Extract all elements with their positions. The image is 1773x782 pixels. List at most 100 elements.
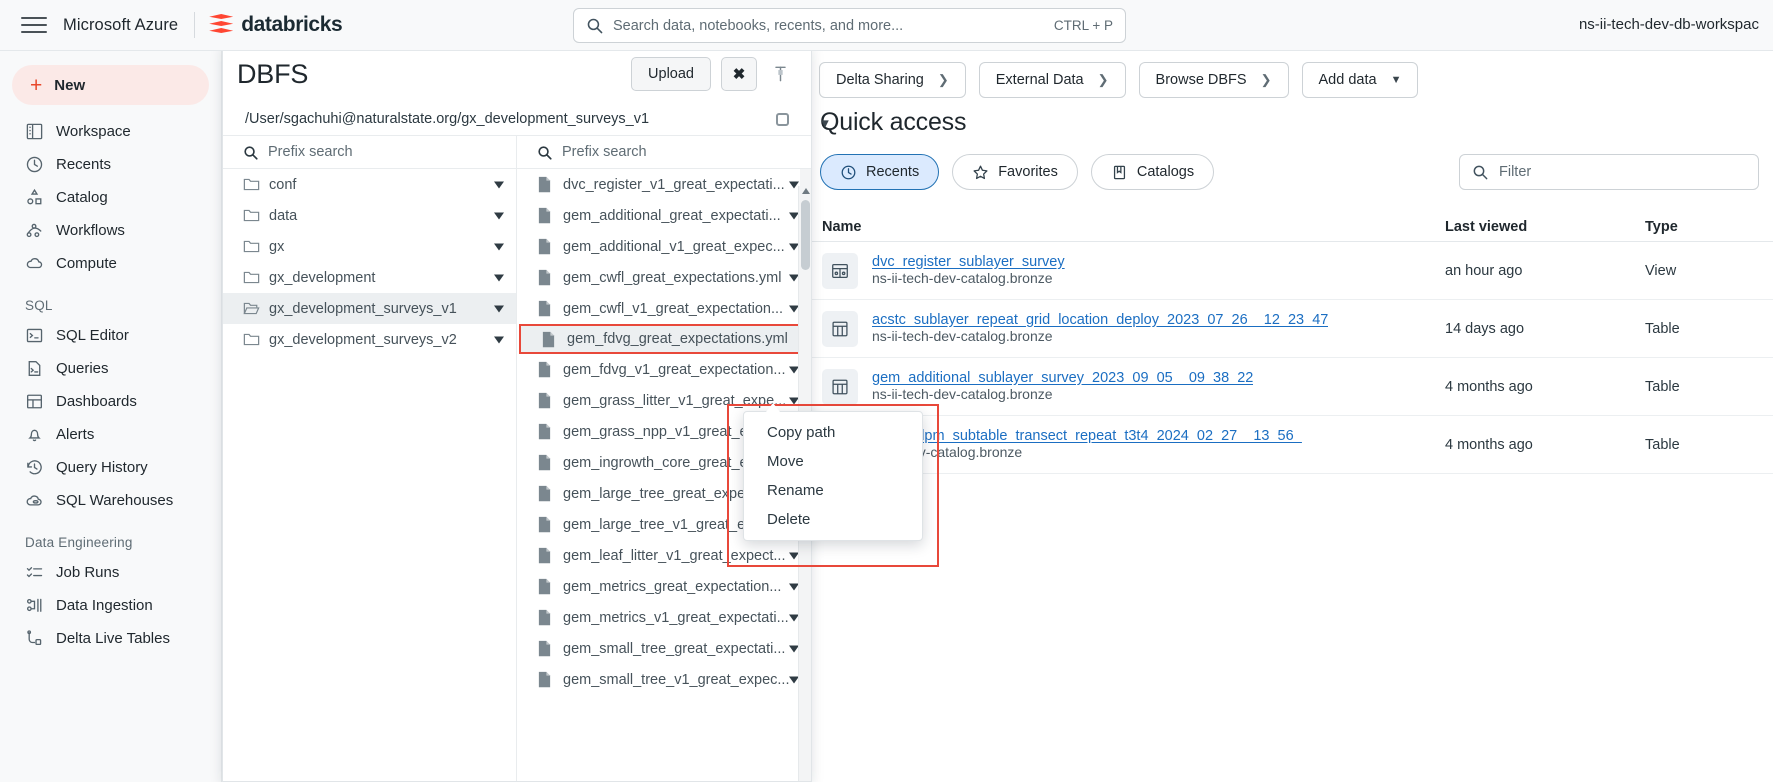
tab-catalogs[interactable]: Catalogs <box>1090 154 1215 190</box>
file-row[interactable]: gem_metrics_v1_great_expectati... <box>517 602 811 633</box>
chevron-down-icon[interactable] <box>494 181 504 188</box>
file-row[interactable]: gem_cwfl_v1_great_expectation... <box>517 293 811 324</box>
row-name-link[interactable]: dvc_register_sublayer_survey <box>872 254 1065 270</box>
browse-dbfs-button[interactable]: Browse DBFS ❯ <box>1138 62 1289 98</box>
clock-icon <box>840 164 857 181</box>
delta-sharing-button[interactable]: Delta Sharing ❯ <box>819 62 966 98</box>
row-catalog-path: ns-ii-tech-dev-catalog.bronze <box>872 269 1053 286</box>
row-last-viewed: an hour ago <box>1445 262 1523 279</box>
add-data-button[interactable]: Add data ▼ <box>1301 62 1419 98</box>
tab-favorites[interactable]: Favorites <box>952 154 1078 190</box>
sidebar-item-compute[interactable]: Compute <box>0 247 221 280</box>
search-icon <box>587 18 603 34</box>
book-icon <box>1111 164 1128 181</box>
hamburger-icon[interactable] <box>21 15 47 35</box>
scroll-up-icon[interactable] <box>802 188 810 194</box>
row-name-link[interactable]: gem_additional_sublayer_survey_2023_09_0… <box>872 370 1253 386</box>
file-icon <box>537 300 554 317</box>
file-label: gem_small_tree_v1_great_expec... <box>563 671 790 688</box>
table-row[interactable]: dvc_register_sublayer_survey ns-ii-tech-d… <box>812 242 1773 300</box>
row-name-link[interactable]: acstc_sublayer_repeat_grid_location_depl… <box>872 312 1328 328</box>
folder-row[interactable]: data <box>223 200 516 231</box>
chevron-down-icon[interactable] <box>494 243 504 250</box>
sidebar-item-dashboards[interactable]: Dashboards <box>0 385 221 418</box>
file-row[interactable]: gem_additional_v1_great_expec... <box>517 231 811 262</box>
sidebar-item-queries[interactable]: Queries <box>0 352 221 385</box>
sidebar-item-data-ingestion[interactable]: Data Ingestion <box>0 589 221 622</box>
sidebar-item-sql-editor[interactable]: SQL Editor <box>0 319 221 352</box>
sidebar-section-sql: SQL <box>25 298 53 313</box>
databricks-logo[interactable]: databricks <box>209 13 343 37</box>
file-row[interactable]: dvc_register_v1_great_expectati... <box>517 169 811 200</box>
close-icon[interactable]: ✖ <box>721 57 757 91</box>
history-icon <box>25 458 44 477</box>
file-context-menu: Copy path Move Rename Delete <box>743 411 923 541</box>
file-row[interactable]: gem_additional_great_expectati... <box>517 200 811 231</box>
chevron-down-icon[interactable] <box>494 274 504 281</box>
global-search-input[interactable]: Search data, notebooks, recents, and mor… <box>573 8 1126 43</box>
scrollbar-thumb[interactable] <box>801 200 810 270</box>
folder-row[interactable]: gx_development_surveys_v2 <box>223 324 516 355</box>
file-icon <box>537 269 554 286</box>
file-row[interactable]: gem_small_tree_great_expectati... <box>517 633 811 664</box>
row-last-viewed: 14 days ago <box>1445 320 1525 337</box>
sidebar-item-job-runs[interactable]: Job Runs <box>0 556 221 589</box>
file-row-selected[interactable]: gem_fdvg_great_expectations.yml <box>519 324 809 354</box>
filter-input[interactable]: Filter <box>1459 154 1759 190</box>
folder-row[interactable]: gx <box>223 231 516 262</box>
row-name-link[interactable]: ...und_dpm_subtable_transect_repeat_t3t4… <box>872 428 1302 444</box>
context-menu-item-rename[interactable]: Rename <box>744 476 922 505</box>
sidebar-item-catalog[interactable]: Catalog <box>0 181 221 214</box>
sidebar-item-delta-live-tables[interactable]: Delta Live Tables <box>0 622 221 655</box>
chevron-down-icon[interactable] <box>494 305 504 312</box>
context-menu-item-copy-path[interactable]: Copy path <box>744 418 922 447</box>
chevron-down-icon[interactable] <box>494 336 504 343</box>
warehouse-icon <box>25 491 44 510</box>
sidebar-item-label: Job Runs <box>56 564 120 581</box>
refresh-icon[interactable] <box>776 112 789 126</box>
file-row[interactable]: gem_cwfl_great_expectations.yml <box>517 262 811 293</box>
dbfs-path-bar: /User/sgachuhi@naturalstate.org/gx_devel… <box>223 103 811 136</box>
chevron-down-icon[interactable] <box>494 212 504 219</box>
sidebar-section-data-engineering: Data Engineering <box>25 535 133 550</box>
file-label: gem_metrics_v1_great_expectati... <box>563 609 789 626</box>
context-menu-item-delete[interactable]: Delete <box>744 505 922 534</box>
external-data-button[interactable]: External Data ❯ <box>978 62 1126 98</box>
column-header-type: Type <box>1645 219 1678 235</box>
chevron-down-icon: ▼ <box>1390 74 1402 86</box>
workspace-name[interactable]: ns-ii-tech-dev-db-workspac <box>1579 16 1759 33</box>
file-row[interactable]: gem_small_tree_v1_great_expec... <box>517 664 811 695</box>
table-row[interactable]: ...und_dpm_subtable_transect_repeat_t3t4… <box>812 416 1773 474</box>
folder-icon <box>243 239 260 254</box>
context-menu-item-move[interactable]: Move <box>744 447 922 476</box>
pin-icon[interactable] <box>765 57 795 91</box>
sidebar-item-alerts[interactable]: Alerts <box>0 418 221 451</box>
sidebar-item-workflows[interactable]: Workflows <box>0 214 221 247</box>
sidebar-item-recents[interactable]: Recents <box>0 148 221 181</box>
sidebar-item-sql-warehouses[interactable]: SQL Warehouses <box>0 484 221 517</box>
tab-recents[interactable]: Recents <box>820 154 940 190</box>
folder-row[interactable]: conf <box>223 169 516 200</box>
folder-row[interactable]: gx_development_surveys_v1 <box>223 293 516 324</box>
file-row[interactable]: gem_metrics_great_expectation... <box>517 571 811 602</box>
file-icon <box>537 609 554 626</box>
panel-collapse-chevron-icon[interactable]: ▾ <box>812 113 838 133</box>
file-prefix-search-input[interactable]: Prefix search <box>517 136 811 169</box>
file-row[interactable]: gem_fdvg_v1_great_expectation... <box>517 354 811 385</box>
table-row[interactable]: gem_additional_sublayer_survey_2023_09_0… <box>812 358 1773 416</box>
global-search-placeholder: Search data, notebooks, recents, and mor… <box>613 17 904 34</box>
sidebar-item-label: Recents <box>56 156 112 173</box>
workflows-icon <box>25 221 44 240</box>
sidebar-item-query-history[interactable]: Query History <box>0 451 221 484</box>
file-icon <box>537 207 554 224</box>
upload-button[interactable]: Upload <box>631 57 711 91</box>
sidebar-item-workspace[interactable]: Workspace <box>0 115 221 148</box>
folder-row[interactable]: gx_development <box>223 262 516 293</box>
file-row[interactable]: gem_leaf_litter_v1_great_expect... <box>517 540 811 571</box>
new-button[interactable]: + New <box>12 65 209 105</box>
folder-prefix-search-input[interactable]: Prefix search <box>223 136 516 169</box>
file-icon <box>537 423 554 440</box>
tab-label: Recents <box>866 164 920 180</box>
table-row[interactable]: acstc_sublayer_repeat_grid_location_depl… <box>812 300 1773 358</box>
folder-label: conf <box>269 176 297 193</box>
